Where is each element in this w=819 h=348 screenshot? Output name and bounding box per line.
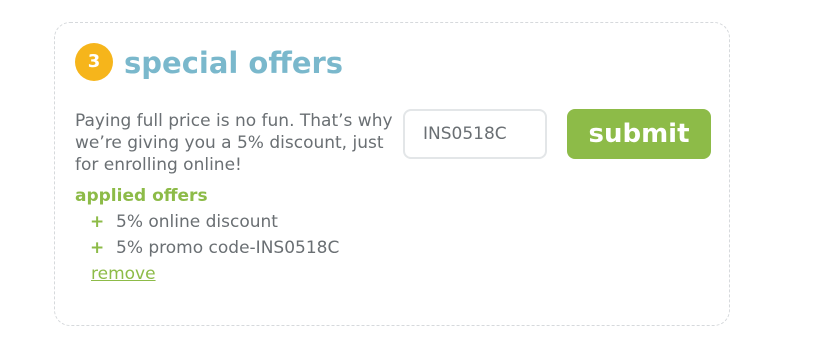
applied-offers-heading: applied offers <box>75 186 208 206</box>
offer-description: Paying full price is no fun. That’s why … <box>75 111 393 175</box>
applied-offer-label: 5% online discount <box>116 212 278 232</box>
applied-offer-item: +5% online discount <box>90 211 278 233</box>
applied-offer-item: +5% promo code-INS0518C <box>90 237 339 259</box>
promo-code-input[interactable] <box>403 109 547 159</box>
plus-icon: + <box>90 238 105 258</box>
submit-button[interactable]: submit <box>567 109 711 159</box>
step-number-badge: 3 <box>75 43 113 81</box>
plus-icon: + <box>90 212 105 232</box>
section-title: special offers <box>124 46 344 80</box>
applied-offer-label: 5% promo code-INS0518C <box>116 238 340 258</box>
remove-link[interactable]: remove <box>91 263 156 285</box>
